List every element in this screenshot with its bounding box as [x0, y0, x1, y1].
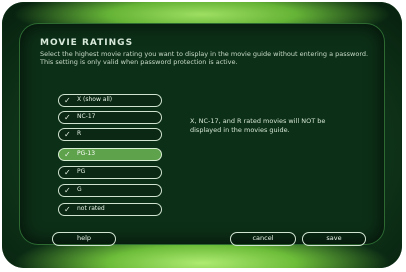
- checkmark-icon: ✓: [64, 168, 71, 177]
- checkmark-icon: ✓: [64, 150, 71, 159]
- rating-label: PG: [77, 168, 86, 175]
- cancel-button[interactable]: cancel: [230, 232, 296, 246]
- checkmark-icon: ✓: [64, 113, 71, 122]
- rating-option-r[interactable]: ✓ R: [58, 128, 162, 141]
- rating-info-text: X, NC-17, and R rated movies will NOT be…: [190, 117, 326, 134]
- rating-option-pg[interactable]: ✓ PG: [58, 166, 162, 179]
- rating-option-x[interactable]: ✓ X (show all): [58, 94, 162, 107]
- help-button[interactable]: help: [52, 232, 116, 246]
- rating-option-nc17[interactable]: ✓ NC-17: [58, 111, 162, 124]
- checkmark-icon: ✓: [64, 205, 71, 214]
- page-title: MOVIE RATINGS: [40, 38, 134, 48]
- rating-option-g[interactable]: ✓ G: [58, 184, 162, 197]
- checkmark-icon: ✓: [64, 186, 71, 195]
- checkmark-icon: ✓: [64, 96, 71, 105]
- rating-label: R: [77, 130, 82, 137]
- rating-option-pg13[interactable]: ✓ PG-13: [58, 148, 162, 161]
- page-description: Select the highest movie rating you want…: [40, 50, 369, 66]
- rating-label: PG-13: [77, 150, 96, 157]
- rating-option-not-rated[interactable]: ✓ not rated: [58, 203, 162, 216]
- rating-label: G: [77, 186, 82, 193]
- checkmark-icon: ✓: [64, 130, 71, 139]
- rating-label: not rated: [77, 205, 105, 212]
- rating-label: X (show all): [77, 96, 113, 103]
- rating-label: NC-17: [77, 113, 96, 120]
- save-button[interactable]: save: [302, 232, 366, 246]
